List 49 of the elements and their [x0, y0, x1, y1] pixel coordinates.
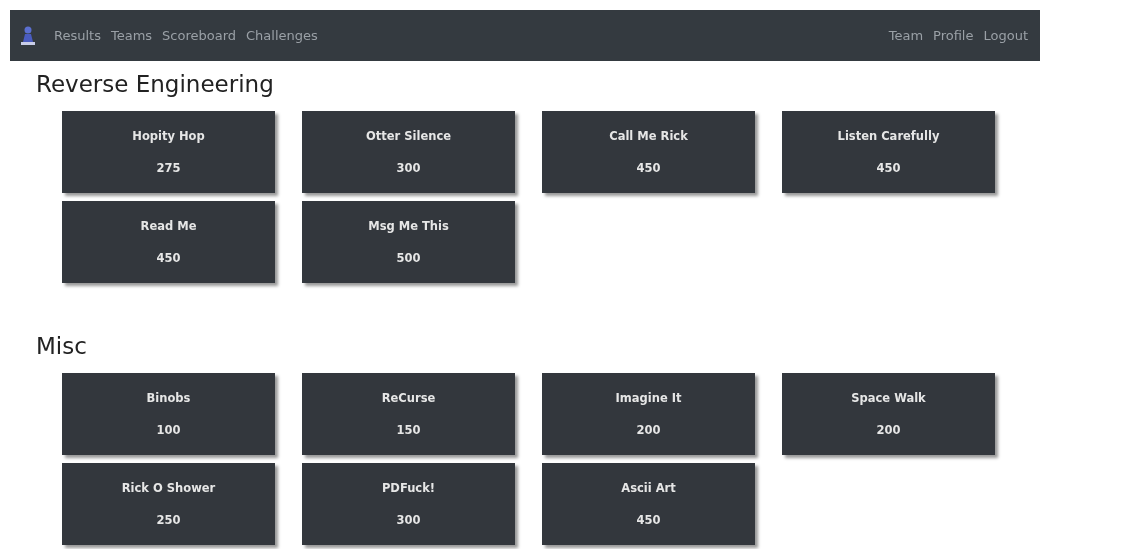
challenge-points: 275 [156, 161, 181, 175]
challenge-name: Otter Silence [366, 129, 451, 143]
nav-link[interactable]: Team [888, 28, 924, 43]
challenge-points: 450 [636, 513, 661, 527]
challenge-name: Space Walk [851, 391, 926, 405]
challenge-points: 200 [636, 423, 661, 437]
challenge-points: 500 [396, 251, 421, 265]
challenge-points: 450 [636, 161, 661, 175]
challenge-card[interactable]: Imagine It 200 [542, 373, 755, 455]
category-title: Misc [36, 333, 88, 359]
nav-link[interactable]: Logout [983, 28, 1028, 43]
challenge-card[interactable]: Rick O Shower 250 [62, 463, 275, 545]
challenge-name: Read Me [140, 219, 197, 233]
nav-link[interactable]: Teams [110, 28, 153, 43]
challenge-card[interactable]: Msg Me This 500 [302, 201, 515, 283]
challenge-name: Rick O Shower [121, 481, 216, 495]
challenge-name: Call Me Rick [609, 129, 688, 143]
challenge-points: 450 [876, 161, 901, 175]
challenge-name: ReCurse [381, 391, 436, 405]
nav-link[interactable]: Scoreboard [162, 28, 237, 43]
challenge-name: Imagine It [615, 391, 682, 405]
challenge-card[interactable]: Read Me 450 [62, 201, 275, 283]
challenge-card[interactable]: Listen Carefully 450 [782, 111, 995, 193]
challenge-card[interactable]: Call Me Rick 450 [542, 111, 755, 193]
challenge-name: Msg Me This [368, 219, 449, 233]
challenge-points: 200 [876, 423, 901, 437]
challenge-name: Binobs [146, 391, 191, 405]
nav-link[interactable]: Challenges [246, 28, 318, 43]
challenge-name: Listen Carefully [837, 129, 940, 143]
challenge-points: 300 [396, 513, 421, 527]
challenge-points: 450 [156, 251, 181, 265]
challenge-points: 250 [156, 513, 181, 527]
challenge-card[interactable]: PDFuck! 300 [302, 463, 515, 545]
challenge-name: PDFuck! [381, 481, 436, 495]
challenge-card[interactable]: Binobs 100 [62, 373, 275, 455]
nav-link[interactable]: Profile [933, 28, 974, 43]
challenge-name: Hopity Hop [132, 129, 205, 143]
challenge-name: Ascii Art [621, 481, 676, 495]
challenge-card[interactable]: ReCurse 150 [302, 373, 515, 455]
challenge-card[interactable]: Ascii Art 450 [542, 463, 755, 545]
challenge-points: 100 [156, 423, 181, 437]
challenge-card[interactable]: Otter Silence 300 [302, 111, 515, 193]
nav-link[interactable]: Results [54, 28, 101, 43]
otter-logo-icon[interactable] [20, 25, 36, 46]
category-title: Reverse Engineering [36, 71, 275, 97]
challenge-points: 150 [396, 423, 421, 437]
challenge-points: 300 [396, 161, 421, 175]
challenge-card[interactable]: Space Walk 200 [782, 373, 995, 455]
challenge-card[interactable]: Hopity Hop 275 [62, 111, 275, 193]
